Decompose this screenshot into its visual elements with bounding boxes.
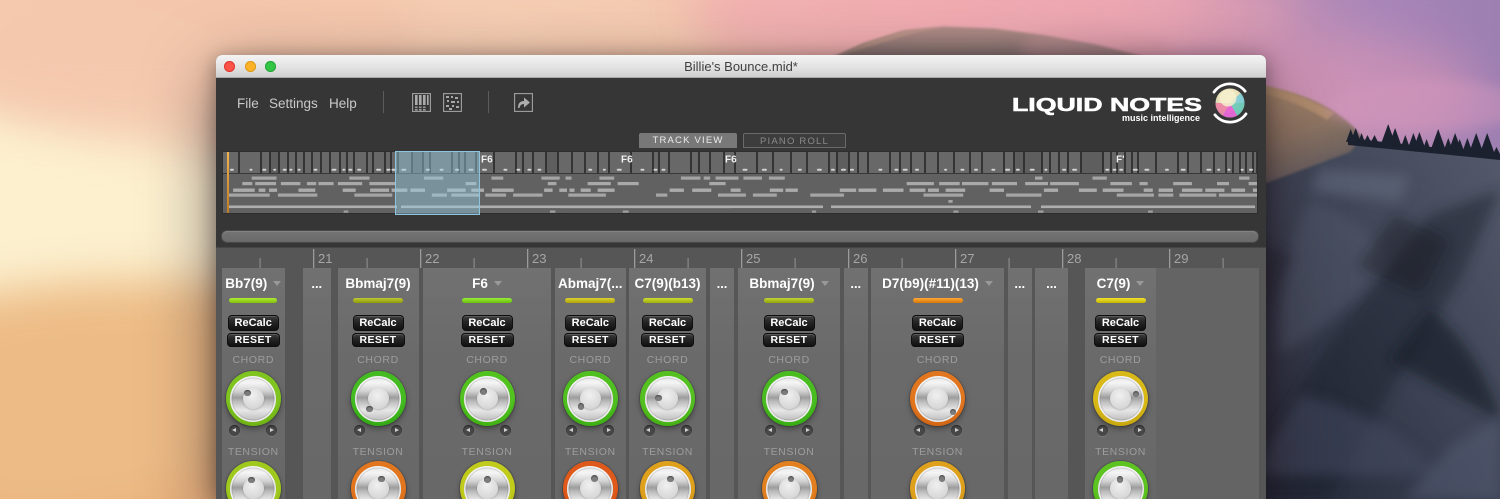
svg-text:21: 21 xyxy=(318,251,332,266)
svg-text:LIQUID NOTES: LIQUID NOTES xyxy=(1012,94,1202,115)
svg-text:27: 27 xyxy=(960,251,974,266)
svg-text:F6: F6 xyxy=(481,154,493,165)
svg-text:29: 29 xyxy=(1174,251,1188,266)
svg-text:28: 28 xyxy=(1067,251,1081,266)
svg-text:F6: F6 xyxy=(725,154,737,165)
svg-text:24: 24 xyxy=(639,251,653,266)
svg-text:26: 26 xyxy=(853,251,867,266)
svg-text:F6: F6 xyxy=(621,154,633,165)
svg-text:music intelligence: music intelligence xyxy=(1122,113,1200,123)
svg-text:F': F' xyxy=(1116,154,1125,165)
svg-text:25: 25 xyxy=(746,251,760,266)
svg-text:22: 22 xyxy=(425,251,439,266)
svg-text:23: 23 xyxy=(532,251,546,266)
